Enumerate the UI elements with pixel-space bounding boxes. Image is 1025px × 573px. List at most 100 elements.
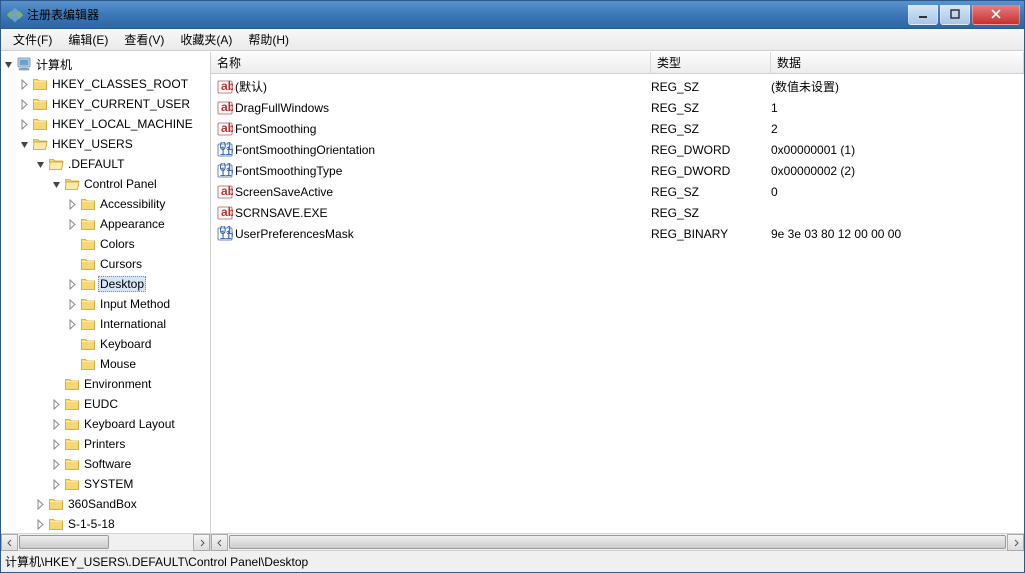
scroll-left-button[interactable]	[1, 534, 18, 551]
tree-pane: 计算机 HKEY_CLASSES_ROOT HKEY_CURRENT_USER …	[1, 52, 211, 550]
menubar: 文件(F) 编辑(E) 查看(V) 收藏夹(A) 帮助(H)	[1, 29, 1024, 51]
expand-icon[interactable]	[19, 119, 30, 130]
tree-label: Control Panel	[82, 176, 159, 192]
folder-icon	[80, 256, 96, 272]
expand-icon[interactable]	[51, 399, 62, 410]
tree-mouse[interactable]: Mouse	[1, 354, 210, 374]
tree-label: International	[98, 316, 168, 332]
tree-hkcu[interactable]: HKEY_CURRENT_USER	[1, 94, 210, 114]
tree-colors[interactable]: Colors	[1, 234, 210, 254]
list-row[interactable]: FontSmoothingREG_SZ2	[211, 118, 1024, 139]
folder-icon	[80, 356, 96, 372]
expand-icon[interactable]	[67, 319, 78, 330]
tree-hkcr[interactable]: HKEY_CLASSES_ROOT	[1, 74, 210, 94]
tree-label: 计算机	[34, 55, 74, 74]
col-type[interactable]: 类型	[651, 52, 771, 73]
scroll-right-button[interactable]	[1007, 534, 1024, 551]
tree-eudc[interactable]: EUDC	[1, 394, 210, 414]
menu-favorites[interactable]: 收藏夹(A)	[172, 28, 240, 51]
list-row[interactable]: FontSmoothingTypeREG_DWORD0x00000002 (2)	[211, 160, 1024, 181]
tree-label: HKEY_CLASSES_ROOT	[50, 76, 190, 92]
tree-desktop[interactable]: Desktop	[1, 274, 210, 294]
expand-icon[interactable]	[51, 439, 62, 450]
folder-icon	[80, 316, 96, 332]
expand-icon[interactable]	[51, 479, 62, 490]
expand-icon[interactable]	[19, 99, 30, 110]
status-path: 计算机\HKEY_USERS\.DEFAULT\Control Panel\De…	[5, 553, 308, 570]
list-hscroll[interactable]	[211, 533, 1024, 550]
menu-file[interactable]: 文件(F)	[5, 28, 60, 51]
tree-keyboard[interactable]: Keyboard	[1, 334, 210, 354]
content-splitter: 计算机 HKEY_CLASSES_ROOT HKEY_CURRENT_USER …	[1, 51, 1024, 550]
tree-appearance[interactable]: Appearance	[1, 214, 210, 234]
maximize-button[interactable]	[940, 5, 970, 25]
binary-value-icon	[217, 163, 233, 179]
folder-icon	[64, 436, 80, 452]
scroll-thumb[interactable]	[229, 535, 1006, 549]
list-row[interactable]: UserPreferencesMaskREG_BINARY9e 3e 03 80…	[211, 223, 1024, 244]
list-body[interactable]: (默认)REG_SZ(数值未设置)DragFullWindowsREG_SZ1F…	[211, 74, 1024, 533]
close-button[interactable]	[972, 5, 1020, 25]
titlebar[interactable]: 注册表编辑器	[1, 1, 1024, 29]
col-data[interactable]: 数据	[771, 52, 1024, 73]
expand-icon[interactable]	[51, 419, 62, 430]
tree-root[interactable]: 计算机	[1, 54, 210, 74]
menu-edit[interactable]: 编辑(E)	[60, 28, 116, 51]
value-data: (数值未设置)	[771, 78, 1024, 95]
tree-label: Environment	[82, 376, 153, 392]
tree-environment[interactable]: Environment	[1, 374, 210, 394]
tree-system[interactable]: SYSTEM	[1, 474, 210, 494]
tree-controlpanel[interactable]: Control Panel	[1, 174, 210, 194]
scroll-right-button[interactable]	[193, 534, 210, 551]
value-type: REG_BINARY	[651, 227, 771, 241]
expand-icon[interactable]	[3, 59, 14, 70]
expand-icon[interactable]	[51, 459, 62, 470]
list-row[interactable]: (默认)REG_SZ(数值未设置)	[211, 76, 1024, 97]
tree-label: EUDC	[82, 396, 120, 412]
expand-icon[interactable]	[67, 299, 78, 310]
value-data: 1	[771, 101, 1024, 115]
tree-label: HKEY_USERS	[50, 136, 135, 152]
tree-hscroll[interactable]	[1, 533, 210, 550]
folder-icon	[64, 396, 80, 412]
tree-label: Colors	[98, 236, 137, 252]
minimize-button[interactable]	[908, 5, 938, 25]
expand-icon[interactable]	[67, 279, 78, 290]
scroll-thumb[interactable]	[19, 535, 109, 549]
expand-icon[interactable]	[67, 219, 78, 230]
list-row[interactable]: DragFullWindowsREG_SZ1	[211, 97, 1024, 118]
tree-kbl[interactable]: Keyboard Layout	[1, 414, 210, 434]
folder-icon	[32, 136, 48, 152]
expand-icon[interactable]	[67, 199, 78, 210]
expand-icon[interactable]	[51, 179, 62, 190]
folder-icon	[80, 236, 96, 252]
folder-icon	[64, 376, 80, 392]
tree-international[interactable]: International	[1, 314, 210, 334]
tree-printers[interactable]: Printers	[1, 434, 210, 454]
tree-hklm[interactable]: HKEY_LOCAL_MACHINE	[1, 114, 210, 134]
tree-cursors[interactable]: Cursors	[1, 254, 210, 274]
expand-icon[interactable]	[35, 519, 46, 530]
menu-help[interactable]: 帮助(H)	[240, 28, 297, 51]
statusbar: 计算机\HKEY_USERS\.DEFAULT\Control Panel\De…	[1, 550, 1024, 572]
expand-icon[interactable]	[35, 499, 46, 510]
expand-icon[interactable]	[19, 79, 30, 90]
menu-view[interactable]: 查看(V)	[116, 28, 172, 51]
tree-label: SYSTEM	[82, 476, 135, 492]
list-row[interactable]: ScreenSaveActiveREG_SZ0	[211, 181, 1024, 202]
col-name[interactable]: 名称	[211, 52, 651, 73]
list-row[interactable]: FontSmoothingOrientationREG_DWORD0x00000…	[211, 139, 1024, 160]
tree-hku[interactable]: HKEY_USERS	[1, 134, 210, 154]
expand-icon[interactable]	[35, 159, 46, 170]
tree-360sandbox[interactable]: 360SandBox	[1, 494, 210, 514]
expand-icon[interactable]	[19, 139, 30, 150]
tree-software[interactable]: Software	[1, 454, 210, 474]
tree-accessibility[interactable]: Accessibility	[1, 194, 210, 214]
tree-default[interactable]: .DEFAULT	[1, 154, 210, 174]
tree-input-method[interactable]: Input Method	[1, 294, 210, 314]
tree-body[interactable]: 计算机 HKEY_CLASSES_ROOT HKEY_CURRENT_USER …	[1, 52, 210, 533]
scroll-left-button[interactable]	[211, 534, 228, 551]
value-data: 9e 3e 03 80 12 00 00 00	[771, 227, 1024, 241]
tree-s1518[interactable]: S-1-5-18	[1, 514, 210, 533]
list-row[interactable]: SCRNSAVE.EXEREG_SZ	[211, 202, 1024, 223]
